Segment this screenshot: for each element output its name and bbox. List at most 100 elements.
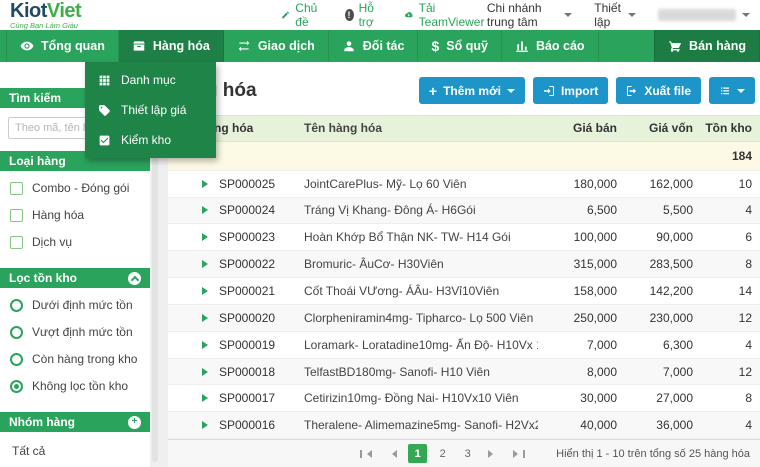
product-code: SP000021 [219, 284, 275, 298]
nav-tab-hang-hoa[interactable]: Hàng hóa [119, 30, 224, 62]
account-menu[interactable] [658, 9, 750, 21]
add-group-icon[interactable]: + [128, 416, 141, 429]
kiotviet-logo[interactable]: KiotViet Cùng Bạn Làm Giàu [10, 1, 81, 30]
nav-tab-tong-quan[interactable]: Tổng quan [6, 30, 119, 62]
radio-con-hang-trong-kho[interactable]: Còn hàng trong kho [10, 352, 140, 366]
radio-icon[interactable] [10, 326, 23, 339]
row-expand-icon[interactable] [202, 394, 212, 402]
theme-link[interactable]: Chủ đề [281, 1, 324, 29]
column-options-button[interactable] [709, 77, 755, 104]
nav-tab-so-quy[interactable]: $ Sổ quỹ [418, 30, 501, 62]
export-button[interactable]: Xuất file [616, 77, 701, 104]
product-stock: 8 [699, 391, 760, 405]
product-stock: 4 [699, 418, 760, 432]
dollar-icon: $ [431, 38, 439, 54]
import-icon [543, 85, 555, 97]
page-button-3[interactable]: 3 [458, 444, 477, 463]
table-row[interactable]: SP000016 Theralene- Alimemazine5mg- Sano… [168, 412, 760, 439]
radio-vuot-dinh-muc-ton[interactable]: Vượt định mức tồn [10, 325, 140, 339]
cloud-download-icon [404, 9, 414, 21]
collapse-icon[interactable] [128, 272, 141, 285]
radio-duoi-dinh-muc-ton[interactable]: Dưới định mức tồn [10, 298, 140, 312]
settings-label: Thiết lập [594, 1, 622, 29]
menu-item-thiet-lap-gia[interactable]: Thiết lập giá [85, 95, 216, 125]
help-link[interactable]: ! Hỗ trợ [345, 1, 385, 29]
radio-khong-loc-ton-kho[interactable]: Không lọc tồn kho [10, 379, 140, 393]
teamviewer-label: Tải TeamViewer [419, 1, 487, 29]
row-expand-icon[interactable] [202, 368, 212, 376]
pagination-bar: 1 2 3 Hiển thị 1 - 10 trên tổng số 25 hà… [168, 439, 760, 467]
table-row[interactable]: SP000024 Tráng Vị Khang- Đông Á- H6Gói 6… [168, 198, 760, 225]
checkbox-icon[interactable] [10, 209, 23, 222]
header-ton-kho[interactable]: Tồn kho [699, 121, 760, 135]
row-expand-icon[interactable] [202, 287, 212, 295]
nav-tab-doi-tac[interactable]: Đối tác [329, 30, 419, 62]
checkbox-combo-dong-goi[interactable]: Combo - Đóng gói [10, 181, 140, 195]
prev-page-button[interactable] [383, 447, 402, 461]
topbar-links: Chủ đề ! Hỗ trợ Tải TeamViewer [281, 1, 487, 29]
header-gia-ban[interactable]: Giá bán [538, 121, 623, 135]
product-code: SP000016 [219, 418, 275, 432]
first-page-button[interactable] [355, 447, 377, 461]
checkbox-icon[interactable] [10, 236, 23, 249]
row-expand-icon[interactable] [202, 233, 212, 241]
row-expand-icon[interactable] [202, 260, 212, 268]
exchange-icon [237, 39, 251, 53]
table-row[interactable]: SP000022 Bromuric- ÂuCơ- H30Viên 315,000… [168, 251, 760, 278]
nav-tab-bao-cao[interactable]: Báo cáo [502, 30, 599, 62]
table-row[interactable]: SP000018 TelfastBD180mg- Sanofi- H10 Viê… [168, 359, 760, 386]
add-new-button[interactable]: + Thêm mới [419, 77, 525, 104]
row-expand-icon[interactable] [202, 314, 212, 322]
product-cost: 90,000 [623, 230, 699, 244]
settings-menu[interactable]: Thiết lập [594, 1, 636, 29]
branch-selector[interactable]: Chi nhánh trung tâm [487, 1, 572, 29]
option-label: Dịch vụ [32, 235, 72, 249]
row-expand-icon[interactable] [202, 180, 212, 188]
checkbox-dich-vu[interactable]: Dịch vụ [10, 235, 140, 249]
option-label: Hàng hóa [32, 208, 84, 222]
product-type-title: Loại hàng [9, 154, 66, 168]
checkbox-hang-hoa[interactable]: Hàng hóa [10, 208, 140, 222]
table-row[interactable]: SP000023 Hoàn Khớp Bổ Thận NK- TW- H14 G… [168, 224, 760, 251]
nav-label: Sổ quỹ [446, 39, 488, 53]
row-expand-icon[interactable] [202, 421, 212, 429]
stock-total-row: 184 [168, 142, 760, 171]
next-page-button[interactable] [483, 447, 502, 461]
page-button-2[interactable]: 2 [433, 444, 452, 463]
product-name: Loramark- Loratadine10mg- Ấn Độ- H10Vx 1… [298, 338, 538, 352]
stock-filter-title: Lọc tồn kho [9, 271, 77, 285]
chevron-down-icon [628, 13, 636, 21]
radio-icon[interactable] [10, 299, 23, 312]
table-row[interactable]: SP000021 Cốt Thoái VƯơng- ÁÂu- H3Vỉ10Viê… [168, 278, 760, 305]
header-ten-hang-hoa[interactable]: Tên hàng hóa [298, 121, 538, 135]
teamviewer-link[interactable]: Tải TeamViewer [404, 1, 487, 29]
menu-item-danh-muc[interactable]: Danh mục [85, 65, 216, 95]
menu-item-kiem-kho[interactable]: Kiểm kho [85, 125, 216, 155]
table-row[interactable]: SP000017 Cetirizin10mg- Đồng Nai- H10Vx1… [168, 385, 760, 412]
menu-item-label: Kiểm kho [121, 133, 171, 147]
sell-button[interactable]: Bán hàng [654, 30, 760, 62]
list-icon [719, 85, 731, 97]
caret-left-icon [388, 450, 397, 458]
plus-icon: + [429, 84, 437, 98]
row-expand-icon[interactable] [202, 206, 212, 214]
product-stock: 10 [699, 177, 760, 191]
table-row[interactable]: SP000025 JointCarePlus- Mỹ- Lọ 60 Viên 1… [168, 171, 760, 198]
checkbox-icon[interactable] [10, 182, 23, 195]
product-name: Tráng Vị Khang- Đông Á- H6Gói [298, 203, 538, 217]
radio-selected-icon[interactable] [10, 380, 23, 393]
table-row[interactable]: SP000019 Loramark- Loratadine10mg- Ấn Độ… [168, 332, 760, 359]
last-page-button[interactable] [508, 447, 530, 461]
nav-tab-giao-dich[interactable]: Giao dịch [224, 30, 329, 62]
import-button[interactable]: Import [533, 77, 608, 104]
check-square-icon [98, 134, 111, 147]
radio-icon[interactable] [10, 353, 23, 366]
header-gia-von[interactable]: Giá vốn [623, 121, 699, 135]
table-row[interactable]: SP000020 Clorpheniramin4mg- Tipharco- Lọ… [168, 305, 760, 332]
product-stock: 8 [699, 257, 760, 271]
group-item-tat-ca[interactable]: Tất cả [12, 444, 140, 458]
row-expand-icon[interactable] [202, 341, 212, 349]
stock-filter-header[interactable]: Lọc tồn kho [0, 268, 150, 288]
product-group-header[interactable]: Nhóm hàng + [0, 412, 150, 432]
page-button-1[interactable]: 1 [408, 444, 427, 463]
